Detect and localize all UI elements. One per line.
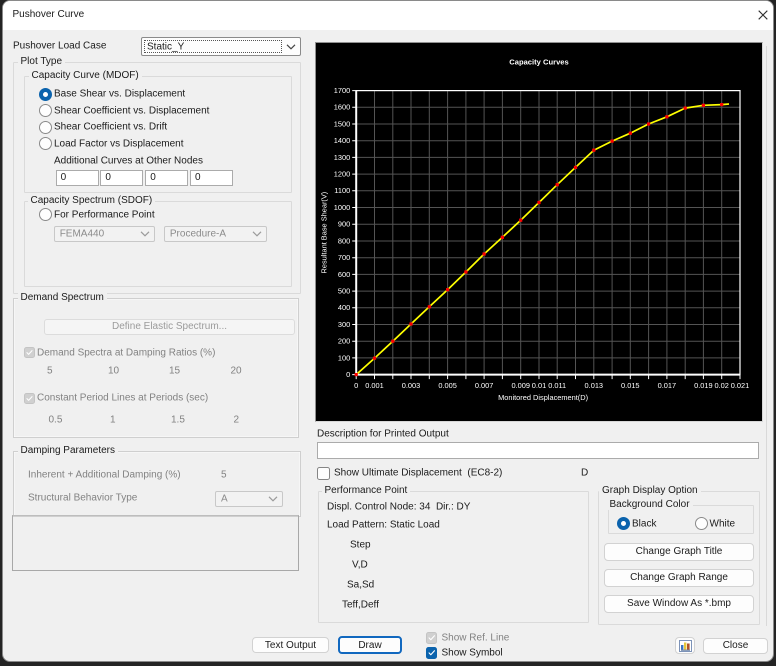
svg-text:600: 600 [338,270,350,279]
svg-text:1500: 1500 [334,119,350,128]
svg-text:0.021: 0.021 [731,381,750,390]
svg-text:Monitored Displacement(D): Monitored Displacement(D) [498,393,588,402]
svg-text:700: 700 [338,253,350,262]
svg-text:1000: 1000 [334,203,350,212]
svg-text:1600: 1600 [334,103,350,112]
svg-text:0.003: 0.003 [402,381,421,390]
svg-text:0.001: 0.001 [365,381,384,390]
svg-text:0.019: 0.019 [694,381,713,390]
svg-text:1100: 1100 [334,186,350,195]
svg-text:0: 0 [354,381,358,390]
svg-text:300: 300 [338,320,350,329]
svg-text:1700: 1700 [334,86,350,95]
svg-text:0.01: 0.01 [532,381,546,390]
svg-text:0.013: 0.013 [585,381,604,390]
svg-text:100: 100 [338,353,350,362]
svg-text:1400: 1400 [334,136,350,145]
svg-text:400: 400 [338,303,350,312]
svg-text:800: 800 [338,236,350,245]
svg-text:0.007: 0.007 [475,381,494,390]
svg-text:Resultant Base Shear(V): Resultant Base Shear(V) [320,192,329,274]
svg-text:0.011: 0.011 [548,381,566,390]
svg-text:500: 500 [338,287,350,296]
svg-text:900: 900 [338,220,350,229]
svg-text:1200: 1200 [334,170,350,179]
svg-text:200: 200 [338,337,350,346]
svg-text:0.015: 0.015 [621,381,640,390]
svg-text:0.02: 0.02 [715,381,729,390]
svg-text:0: 0 [346,370,350,379]
svg-text:1300: 1300 [334,153,350,162]
svg-text:0.017: 0.017 [658,381,677,390]
svg-text:0.005: 0.005 [438,381,457,390]
svg-text:0.009: 0.009 [511,381,530,390]
svg-text:Capacity Curves: Capacity Curves [509,58,569,67]
